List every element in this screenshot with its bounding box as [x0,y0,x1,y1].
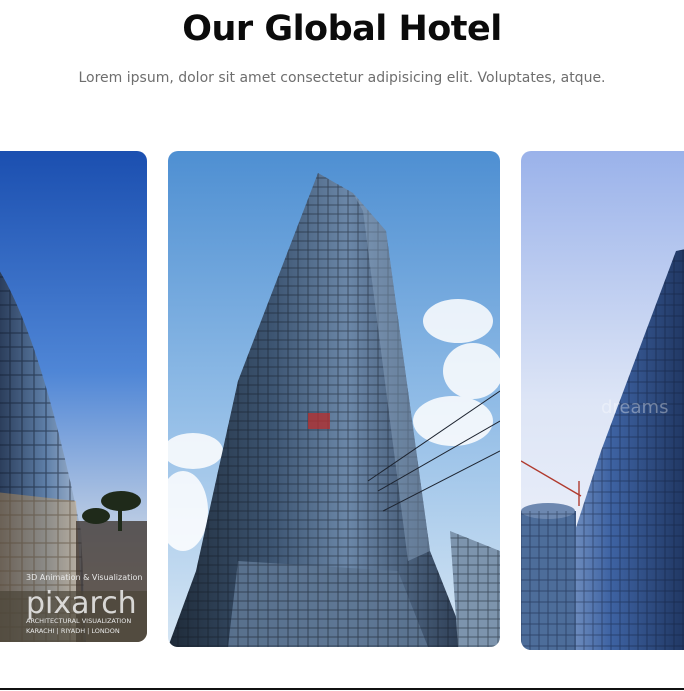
hotel-card-right[interactable]: dreams [521,151,684,650]
watermark-line3: KARACHI | RIYADH | LONDON [26,627,120,635]
section-subtitle: Lorem ipsum, dolor sit amet consectetur … [78,70,606,86]
hotel-image-right: dreams [521,151,684,650]
hotel-image-left: 3D Animation & Visualization pixarch ARC… [0,151,147,642]
section-divider [0,688,684,690]
hotel-card-left[interactable]: 3D Animation & Visualization pixarch ARC… [0,151,147,642]
watermark-faint: dreams [601,397,668,418]
hotel-image-center [168,151,500,647]
hotel-card-center[interactable] [168,151,500,647]
section-title: Our Global Hotel [182,9,502,49]
watermark-line1: 3D Animation & Visualization [26,573,142,582]
watermark-brand: pixarch [26,586,137,621]
watermark-line2: ARCHITECTURAL VISUALIZATION [26,617,131,625]
